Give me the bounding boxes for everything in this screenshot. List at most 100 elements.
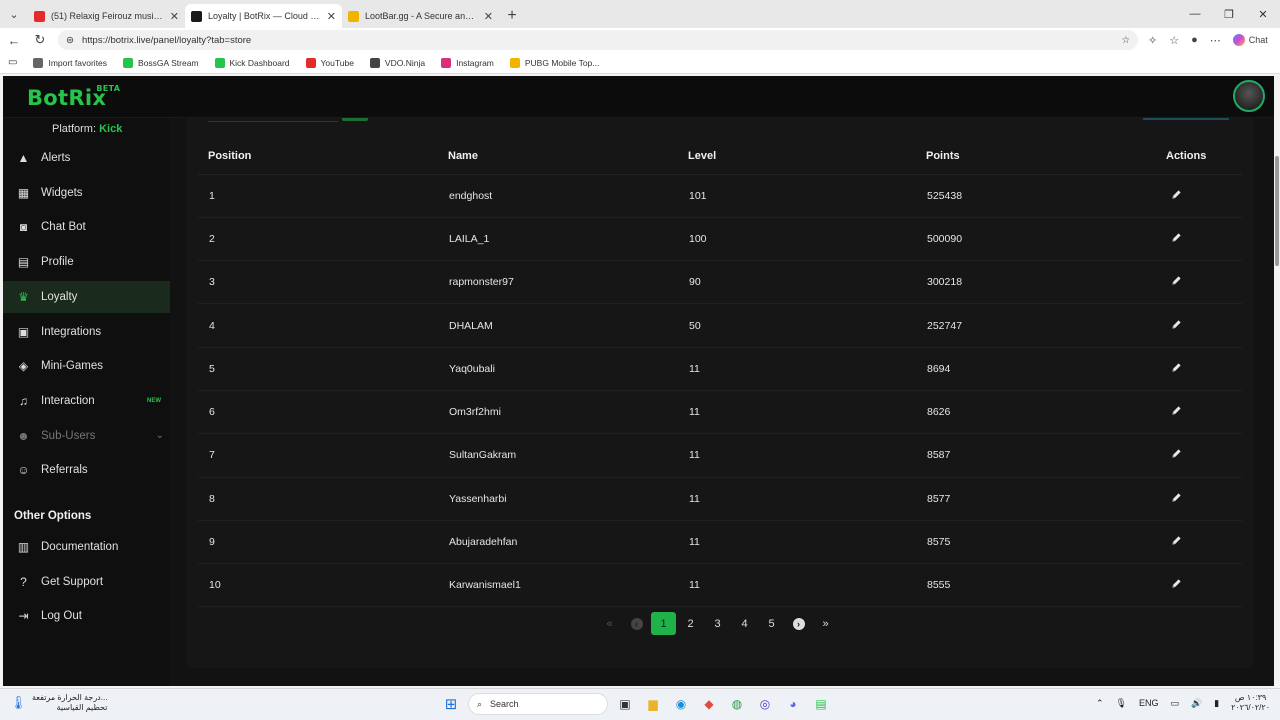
page-button[interactable]: 2 — [678, 612, 703, 635]
windows-start-icon[interactable]: ⊞ — [440, 693, 462, 715]
bookmark-item[interactable]: YouTube — [305, 57, 354, 68]
clock[interactable]: ١٠:٣٩ ص ٢٠٢٦/٠٢/٢٠ — [1231, 693, 1270, 713]
search-field-edge[interactable] — [208, 118, 338, 122]
favorite-star-icon[interactable]: ☆ — [1121, 35, 1130, 46]
close-tab-icon[interactable]: ✕ — [170, 10, 179, 23]
column-header: Level — [678, 139, 916, 175]
page-button[interactable]: 1 — [651, 612, 676, 635]
close-window-button[interactable]: ✕ — [1246, 0, 1280, 28]
new-tab-button[interactable]: + — [499, 4, 525, 28]
sidebar-item-documentation[interactable]: ▥ Documentation — [3, 531, 170, 563]
window-controls: — ❐ ✕ — [1178, 0, 1280, 28]
discord-icon[interactable]: ◕ — [782, 693, 804, 715]
id-card-icon: ▤ — [17, 255, 30, 270]
bookmark-item[interactable]: BossGA Stream — [123, 57, 199, 68]
bookmark-item[interactable]: Import favorites — [33, 57, 107, 68]
whatsapp-icon[interactable]: ▤ — [810, 693, 832, 715]
sidebar-item-label: Documentation — [41, 541, 119, 553]
sidebar-item-log-out[interactable]: ⇥ Log Out — [3, 600, 170, 632]
sidebar-item-mini-games[interactable]: ◈ Mini-Games — [3, 350, 170, 382]
bookmark-item[interactable]: Kick Dashboard — [214, 57, 290, 68]
refresh-button[interactable]: ↻ — [32, 32, 48, 48]
language-indicator[interactable]: ENG — [1139, 698, 1159, 708]
favorites-icon[interactable]: ☆ — [1169, 34, 1179, 47]
edit-pencil-icon[interactable] — [1171, 232, 1182, 243]
close-tab-icon[interactable]: ✕ — [484, 10, 493, 23]
battery-icon[interactable]: ▮ — [1214, 698, 1219, 709]
tab-actions-button[interactable]: ⌄ — [0, 0, 28, 28]
prev-page-button[interactable]: ‹ — [624, 612, 649, 635]
bookmark-favicon-icon — [369, 57, 380, 68]
sidebar-item-alerts[interactable]: ▲ Alerts — [3, 142, 170, 174]
edit-pencil-icon[interactable] — [1171, 578, 1182, 589]
microphone-icon[interactable]: 🎙 — [1116, 698, 1127, 709]
browser-tab[interactable]: Loyalty | BotRix — Cloud Streamin ✕ — [185, 4, 342, 28]
page-button[interactable]: 4 — [732, 612, 757, 635]
edge-browser-icon[interactable]: ◉ — [670, 693, 692, 715]
bookmark-item[interactable]: VDO.Ninja — [369, 57, 425, 68]
table-cell: 3 — [198, 260, 438, 305]
next-page-button[interactable]: › — [786, 612, 811, 635]
edit-pencil-icon[interactable] — [1171, 405, 1182, 416]
edit-pencil-icon[interactable] — [1171, 189, 1182, 200]
more-menu-icon[interactable]: ⋯ — [1210, 34, 1221, 47]
action-button-edge[interactable] — [1143, 118, 1229, 120]
sidebar-toggle-icon[interactable]: ▭ — [8, 57, 17, 68]
minimize-button[interactable]: — — [1178, 0, 1212, 28]
app-circle-icon[interactable]: ◎ — [754, 693, 776, 715]
extensions-icon[interactable]: ✧ — [1148, 34, 1157, 47]
sidebar-item-interaction[interactable]: ♫ Interaction NEW — [3, 385, 170, 417]
taskbar-search[interactable]: ⌕ Search — [468, 693, 608, 715]
tray-overflow-icon[interactable]: ⌃ — [1096, 698, 1104, 709]
chrome-icon[interactable]: ◍ — [726, 693, 748, 715]
maximize-button[interactable]: ❐ — [1212, 0, 1246, 28]
page-button[interactable]: 3 — [705, 612, 730, 635]
weather-line-1: درجة الحرارة مرتفعة... — [32, 693, 108, 702]
edit-pencil-icon[interactable] — [1171, 275, 1182, 286]
search-button-edge[interactable] — [342, 118, 368, 121]
profile-icon[interactable]: ● — [1191, 34, 1198, 46]
sidebar-item-sub-users[interactable]: ☻ Sub-Users ⌄ — [3, 420, 170, 452]
sidebar-item-profile[interactable]: ▤ Profile — [3, 246, 170, 278]
botrix-logo[interactable]: BotRix BETA — [27, 84, 120, 110]
close-tab-icon[interactable]: ✕ — [327, 10, 336, 23]
network-icon[interactable]: ▭ — [1170, 698, 1179, 709]
first-page-button[interactable]: « — [597, 612, 622, 635]
address-bar[interactable]: ⊜ https://botrix.live/panel/loyalty?tab=… — [58, 30, 1138, 50]
browser-tab[interactable]: (51) Relaxig Feirouz music Sno ✕ — [28, 4, 185, 28]
bookmark-item[interactable]: Instagram — [441, 57, 494, 68]
page-button[interactable]: 5 — [759, 612, 784, 635]
chevron-down-icon[interactable]: ⌄ — [156, 430, 164, 441]
sidebar-item-integrations[interactable]: ▣ Integrations — [3, 316, 170, 348]
chevron-right-icon: › — [792, 617, 805, 630]
bookmark-item[interactable]: PUBG Mobile Top... — [509, 57, 599, 68]
tab-favicon-icon — [348, 10, 359, 22]
browser-tab[interactable]: LootBar.gg - A Secure and Afforda ✕ — [342, 4, 499, 28]
sidebar-item-get-support[interactable]: ? Get Support — [3, 566, 170, 598]
office-app-icon[interactable]: ◆ — [698, 693, 720, 715]
page-scrollbar[interactable] — [1274, 76, 1280, 686]
file-explorer-icon[interactable]: ▆ — [642, 693, 664, 715]
edit-pencil-icon[interactable] — [1171, 535, 1182, 546]
actions-cell — [1156, 433, 1242, 478]
sidebar-item-referrals[interactable]: ☺ Referrals — [3, 454, 170, 486]
back-button[interactable]: ← — [6, 33, 22, 48]
edit-pencil-icon[interactable] — [1171, 448, 1182, 459]
edit-pencil-icon[interactable] — [1171, 362, 1182, 373]
table-cell: DHALAM — [438, 303, 678, 348]
copilot-chat-button[interactable]: Chat — [1232, 34, 1268, 46]
clock-time: ١٠:٣٩ ص — [1234, 693, 1267, 702]
sidebar-item-chat-bot[interactable]: ◙ Chat Bot — [3, 211, 170, 243]
task-view-icon[interactable]: ▣ — [614, 693, 636, 715]
edit-pencil-icon[interactable] — [1171, 319, 1182, 330]
sidebar-item-label: Get Support — [41, 575, 104, 588]
weather-widget[interactable]: 🌡 درجة الحرارة مرتفعة... تحطيم القياسية — [10, 693, 107, 713]
volume-icon[interactable]: 🔊 — [1191, 698, 1202, 709]
last-page-button[interactable]: » — [813, 612, 838, 635]
user-avatar[interactable] — [1233, 80, 1265, 112]
edit-pencil-icon[interactable] — [1171, 492, 1182, 503]
scrollbar-thumb[interactable] — [1275, 156, 1279, 266]
site-info-icon[interactable]: ⊜ — [66, 35, 74, 46]
sidebar-item-widgets[interactable]: ▦ Widgets — [3, 177, 170, 209]
sidebar-item-loyalty[interactable]: ♛ Loyalty — [3, 280, 170, 313]
